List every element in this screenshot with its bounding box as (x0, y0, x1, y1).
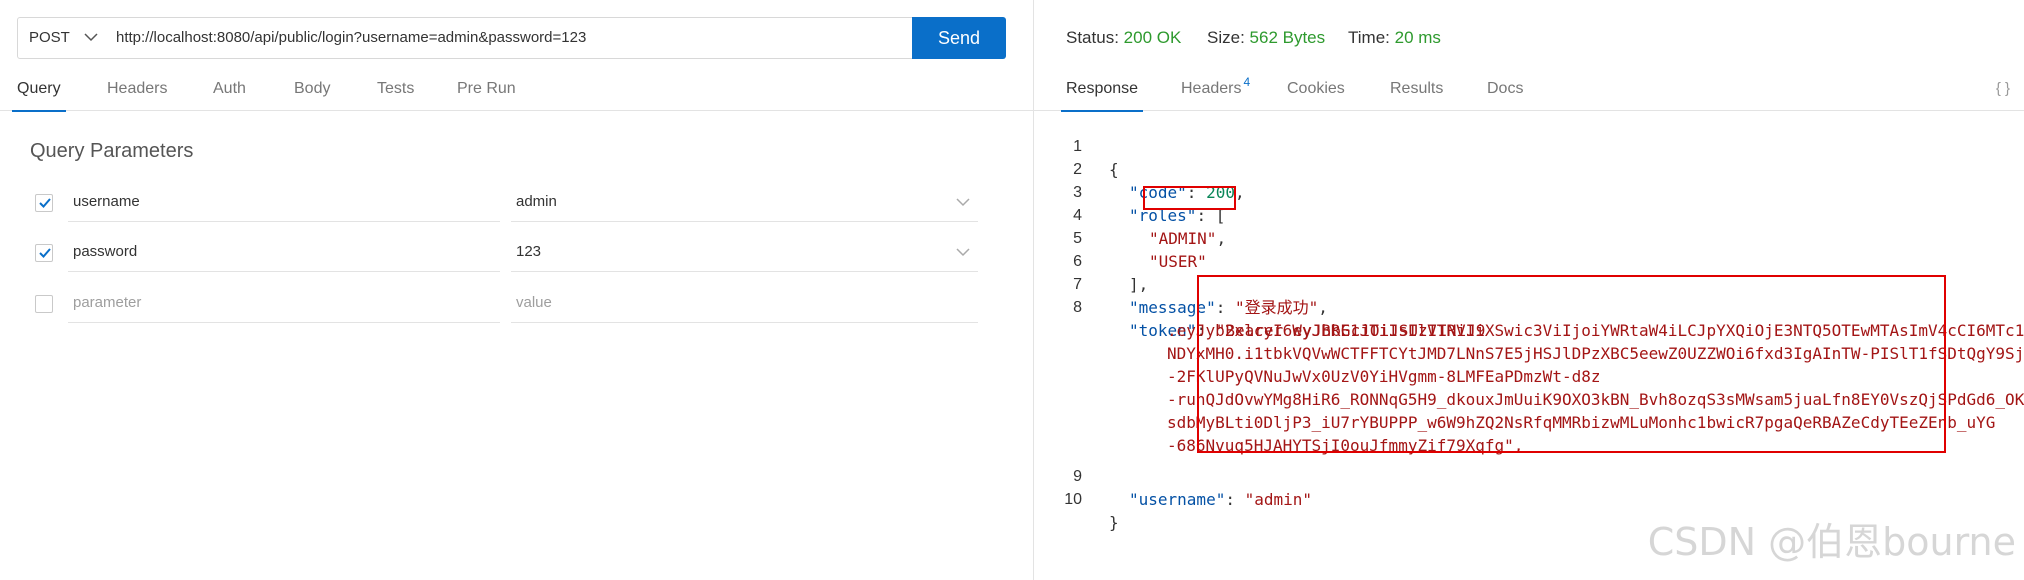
request-pane: POST http://localhost:8080/api/public/lo… (0, 0, 1033, 580)
size-info: Size: 562 Bytes (1207, 28, 1325, 48)
param-row: password 123 (32, 232, 978, 272)
code-text: "username": "admin" (1129, 490, 1313, 509)
new-param-name-field[interactable]: parameter (68, 283, 500, 323)
code-line: 1 { (1034, 112, 2024, 179)
time-value: 20 ms (1394, 28, 1441, 47)
status-info: Status: 200 OK (1066, 28, 1181, 48)
tab-body[interactable]: Body (294, 80, 330, 111)
code-line: 2 "code": 200, (1034, 135, 2024, 202)
request-tabs: Query Headers Auth Body Tests Pre Run (0, 76, 1033, 112)
param-row: username admin (32, 182, 978, 222)
size-label: Size: (1207, 28, 1245, 47)
time-label: Time: (1348, 28, 1390, 47)
param-enabled-checkbox[interactable] (35, 194, 53, 212)
status-value: 200 OK (1123, 28, 1182, 47)
tab-auth[interactable]: Auth (213, 80, 246, 111)
param-name-field[interactable]: password (68, 232, 500, 272)
code-line: 10 } (1034, 465, 2024, 532)
tab-response-headers-label: Headers (1181, 80, 1242, 97)
tab-response[interactable]: Response (1060, 80, 1144, 112)
highlight-box-admin-role (1143, 186, 1236, 210)
line-number: 10 (1064, 491, 1082, 508)
param-value-field[interactable]: 123 (511, 232, 978, 272)
tab-response-headers[interactable]: Headers 4 (1181, 75, 1250, 111)
chevron-down-icon (84, 33, 98, 42)
param-value-text: 123 (516, 243, 542, 260)
time-info: Time: 20 ms (1348, 28, 1441, 48)
tab-results[interactable]: Results (1390, 80, 1443, 111)
code-line: 3 "roles": [ (1034, 158, 2024, 225)
method-select[interactable]: POST (17, 17, 108, 59)
format-json-icon[interactable]: { } (1996, 80, 2010, 97)
param-enabled-checkbox[interactable] (35, 244, 53, 262)
size-value: 562 Bytes (1249, 28, 1326, 47)
code-text: } (1109, 513, 1119, 532)
response-tabs: Response Headers 4 Cookies Results Docs {… (1034, 75, 2024, 112)
code-line: 6 ], (1034, 227, 2024, 294)
watermark: CSDN @伯恩bourne (1647, 520, 2016, 564)
method-label: POST (29, 29, 70, 46)
param-enabled-checkbox[interactable] (35, 295, 53, 313)
param-name-field[interactable]: username (68, 182, 500, 222)
send-button[interactable]: Send (912, 17, 1006, 59)
param-value-text: admin (516, 193, 557, 210)
tab-pre-run[interactable]: Pre Run (457, 80, 516, 111)
status-label: Status: (1066, 28, 1119, 47)
chevron-down-icon[interactable] (956, 198, 970, 207)
highlight-box-token (1197, 275, 1946, 453)
check-icon (39, 198, 51, 208)
tab-query[interactable]: Query (12, 80, 66, 112)
json-key: "username" (1129, 490, 1226, 509)
json-string: "admin" (1244, 490, 1313, 509)
new-param-row: parameter value (32, 283, 978, 323)
check-icon (39, 248, 51, 258)
tab-tests[interactable]: Tests (377, 80, 414, 111)
headers-count-badge: 4 (1243, 75, 1251, 89)
chevron-down-icon[interactable] (956, 248, 970, 257)
url-input[interactable]: http://localhost:8080/api/public/login?u… (107, 17, 913, 59)
query-parameters-title: Query Parameters (30, 140, 194, 162)
tab-cookies[interactable]: Cookies (1287, 80, 1345, 111)
tab-docs[interactable]: Docs (1487, 80, 1523, 111)
param-value-field[interactable]: admin (511, 182, 978, 222)
new-param-value-field[interactable]: value (511, 283, 978, 323)
response-pane: Status: 200 OK Size: 562 Bytes Time: 20 … (1034, 0, 2024, 580)
code-line: 7 "message": "登录成功", (1034, 250, 2024, 317)
tab-headers[interactable]: Headers (107, 80, 167, 111)
